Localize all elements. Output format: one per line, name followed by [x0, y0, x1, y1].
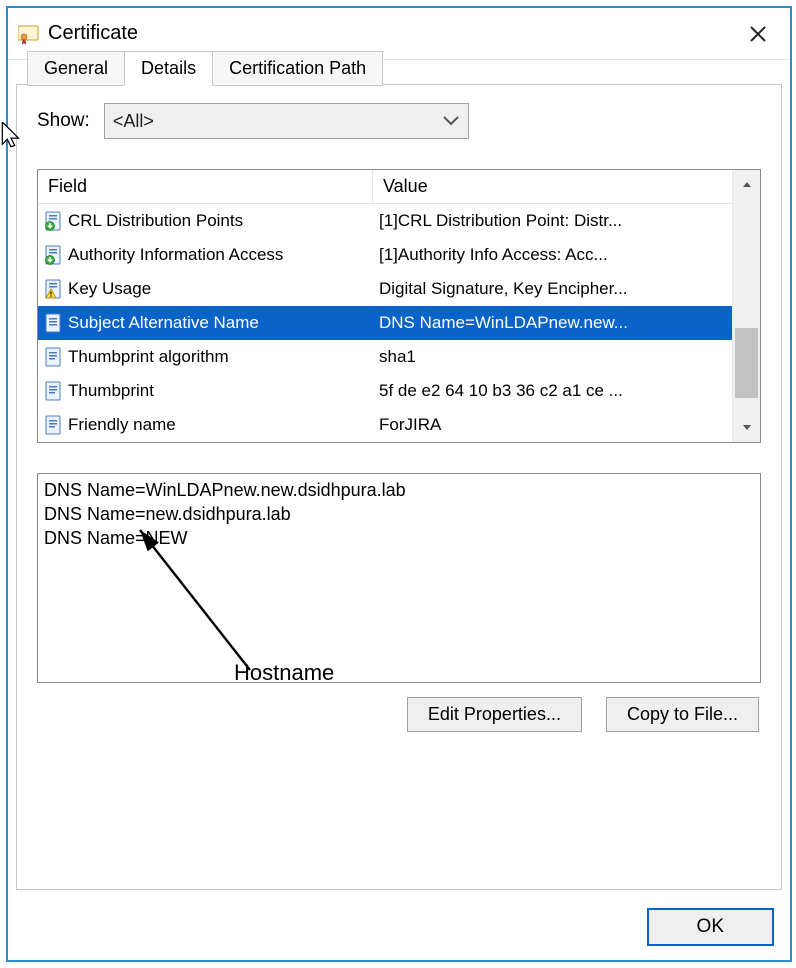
- listview-cell-field: Subject Alternative Name: [38, 313, 373, 333]
- listview-row[interactable]: Key Usage Digital Signature, Key Encipher…: [38, 272, 732, 306]
- listview-field-text: Key Usage: [68, 279, 151, 299]
- show-filter-value: <All>: [113, 111, 442, 132]
- listview-row[interactable]: Authority Information Access [1]Authority…: [38, 238, 732, 272]
- prop-icon: [44, 415, 64, 435]
- column-header-value[interactable]: Value: [373, 170, 732, 203]
- listview-row[interactable]: CRL Distribution Points [1]CRL Distributi…: [38, 204, 732, 238]
- tab-details[interactable]: Details: [124, 51, 213, 86]
- listview-cell-value: ForJIRA: [373, 415, 732, 435]
- show-row: Show: <All>: [37, 103, 761, 139]
- field-listview: Field Value CRL Distribution Points [1]CR…: [37, 169, 761, 443]
- close-button[interactable]: [736, 12, 780, 56]
- listview-cell-field: Thumbprint algorithm: [38, 347, 373, 367]
- listview-row[interactable]: Thumbprint algorithm sha1: [38, 340, 732, 374]
- listview-cell-value: [1]CRL Distribution Point: Distr...: [373, 211, 732, 231]
- certificate-dialog: Certificate General Details Certificatio…: [6, 6, 792, 962]
- listview-header: Field Value: [38, 170, 732, 204]
- copy-to-file-button[interactable]: Copy to File...: [606, 697, 759, 732]
- ext-dl-icon: [44, 211, 64, 231]
- chevron-down-icon: [442, 112, 460, 130]
- listview-field-text: Thumbprint algorithm: [68, 347, 229, 367]
- tab-page: General Details Certification Path Show:…: [16, 84, 782, 890]
- ext-warn-icon: [44, 279, 64, 299]
- scroll-down-button[interactable]: [733, 414, 760, 442]
- ok-button[interactable]: OK: [647, 908, 774, 946]
- column-header-field[interactable]: Field: [38, 170, 373, 203]
- listview-cell-field: Authority Information Access: [38, 245, 373, 265]
- listview-row[interactable]: Thumbprint 5f de e2 64 10 b3 36 c2 a1 ce …: [38, 374, 732, 408]
- window-title: Certificate: [48, 22, 138, 45]
- listview-field-text: Authority Information Access: [68, 245, 283, 265]
- listview-cell-field: Thumbprint: [38, 381, 373, 401]
- close-icon: [749, 25, 767, 43]
- chevron-up-icon: [740, 177, 754, 191]
- listview-row[interactable]: Friendly name ForJIRA: [38, 408, 732, 442]
- button-row: Edit Properties... Copy to File...: [37, 697, 761, 732]
- listview-cell-field: Key Usage: [38, 279, 373, 299]
- scroll-track[interactable]: [733, 198, 760, 414]
- listview-field-text: CRL Distribution Points: [68, 211, 243, 231]
- chevron-down-icon: [740, 421, 754, 435]
- listview-cell-field: CRL Distribution Points: [38, 211, 373, 231]
- listview-field-text: Friendly name: [68, 415, 176, 435]
- listview-cell-value: sha1: [373, 347, 732, 367]
- listview-cell-field: Friendly name: [38, 415, 373, 435]
- listview-row[interactable]: Subject Alternative Name DNS Name=WinLDAP…: [38, 306, 732, 340]
- tab-general[interactable]: General: [27, 51, 125, 86]
- prop-icon: [44, 347, 64, 367]
- scroll-thumb[interactable]: [735, 328, 758, 398]
- tab-content-details: Show: <All> Field Value CRL Distribution…: [17, 85, 781, 889]
- listview-scrollbar[interactable]: [732, 170, 760, 442]
- listview-field-text: Thumbprint: [68, 381, 154, 401]
- ok-row: OK: [647, 908, 774, 946]
- show-label: Show:: [37, 110, 90, 132]
- show-filter-select[interactable]: <All>: [104, 103, 469, 139]
- listview-cell-value: DNS Name=WinLDAPnew.new...: [373, 313, 732, 333]
- scroll-up-button[interactable]: [733, 170, 760, 198]
- ext-dl-icon: [44, 245, 64, 265]
- tab-certification-path[interactable]: Certification Path: [212, 51, 383, 86]
- ext-icon: [44, 313, 64, 333]
- field-detail-textbox[interactable]: DNS Name=WinLDAPnew.new.dsidhpura.lab DN…: [37, 473, 761, 683]
- edit-properties-button[interactable]: Edit Properties...: [407, 697, 582, 732]
- listview-cell-value: [1]Authority Info Access: Acc...: [373, 245, 732, 265]
- listview-field-text: Subject Alternative Name: [68, 313, 259, 333]
- tabstrip: General Details Certification Path: [27, 51, 382, 86]
- listview-cell-value: 5f de e2 64 10 b3 36 c2 a1 ce ...: [373, 381, 732, 401]
- certificate-icon: [18, 23, 40, 45]
- listview-cell-value: Digital Signature, Key Encipher...: [373, 279, 732, 299]
- prop-icon: [44, 381, 64, 401]
